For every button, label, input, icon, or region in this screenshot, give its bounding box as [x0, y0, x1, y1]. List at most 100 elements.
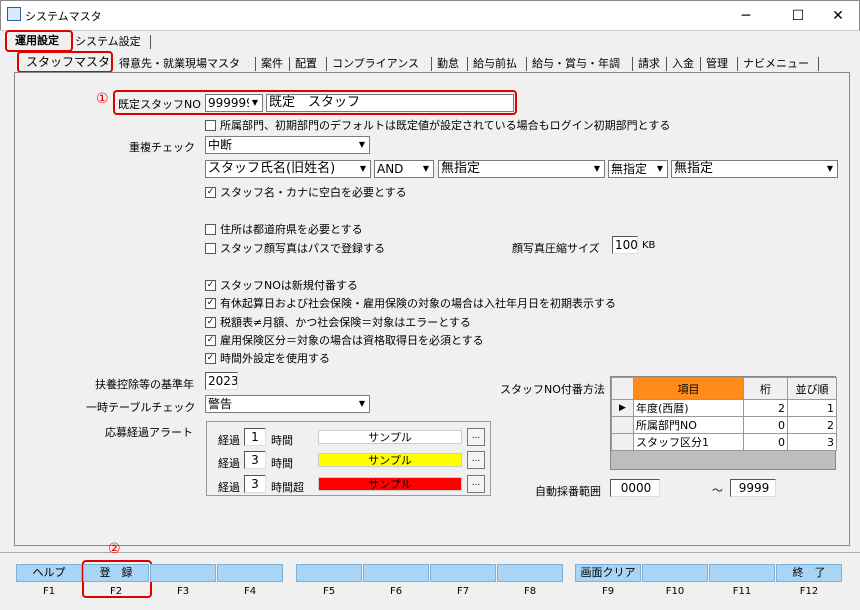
default-staff-code-dropdown[interactable]: 999999 ▼: [205, 94, 263, 112]
exit-button[interactable]: 終 了: [776, 564, 842, 582]
f11-button[interactable]: [709, 564, 775, 582]
alert-color-button[interactable]: ...: [467, 475, 485, 493]
tab-payment[interactable]: 入金: [669, 56, 697, 72]
alert-prefix: 経過: [218, 434, 240, 447]
new-no-label: スタッフNOは新規付番する: [220, 279, 358, 292]
photo-path-checkbox[interactable]: スタッフ顔写真はパスで登録する: [205, 240, 385, 256]
f8-button[interactable]: [497, 564, 563, 582]
window-title: システムマスタ: [25, 10, 102, 23]
fkey-label: F10: [665, 586, 685, 597]
dup-field2-dropdown[interactable]: 無指定 ▼: [438, 160, 605, 178]
alert-label: 応募経過アラート: [105, 426, 193, 439]
f3-button[interactable]: [150, 564, 216, 582]
grid-cell-order: 1: [787, 399, 837, 417]
tab-management[interactable]: 管理: [703, 56, 731, 72]
minimize-button[interactable]: ─: [723, 1, 769, 31]
f5-button[interactable]: [296, 564, 362, 582]
alert-unit: 時間: [271, 457, 293, 470]
f10-button[interactable]: [642, 564, 708, 582]
dup-field4-value: 無指定: [674, 161, 714, 176]
table-row[interactable]: ▶ 年度(西暦) 2 1: [611, 399, 837, 417]
chevron-down-icon: ▼: [357, 162, 369, 176]
name-space-checkbox[interactable]: ✓ スタッフ名・カナに空白を必要とする: [205, 184, 407, 200]
alert-sample-white: サンプル: [318, 430, 462, 444]
chevron-down-icon: ▼: [591, 162, 603, 176]
tab-navi-menu[interactable]: ナビメニュー: [740, 56, 812, 72]
dup-check-label: 重複チェック: [129, 141, 195, 154]
grid-cell-digits: 0: [743, 433, 788, 451]
tab-compliance[interactable]: コンプライアンス: [329, 56, 422, 72]
check-icon: ✓: [205, 316, 216, 328]
check-icon: ✓: [205, 186, 216, 198]
alert-hours-input[interactable]: 1: [244, 428, 266, 446]
overtime-label: 時間外設定を使用する: [220, 352, 330, 365]
alert-hours-input[interactable]: 3: [244, 451, 266, 469]
dup-check-dropdown[interactable]: 中断 ▼: [205, 136, 370, 154]
alert-hours-input[interactable]: 3: [244, 475, 266, 493]
f4-button[interactable]: [217, 564, 283, 582]
dup-check-value: 中断: [208, 138, 233, 152]
auto-range-to[interactable]: 9999: [730, 479, 776, 497]
dup-field4-dropdown[interactable]: 無指定 ▼: [671, 160, 838, 178]
f6-button[interactable]: [363, 564, 429, 582]
fkey-label: F3: [176, 586, 190, 597]
clear-screen-button[interactable]: 画面クリア: [575, 564, 641, 582]
auto-range-label: 自動採番範囲: [535, 485, 601, 498]
auto-range-from[interactable]: 0000: [610, 479, 660, 497]
dept-default-checkbox[interactable]: 所属部門、初期部門のデフォルトは既定値が設定されている場合もログイン初期部門とす…: [205, 117, 670, 133]
default-staff-label: 既定スタッフNO: [118, 98, 201, 111]
base-year-label: 扶養控除等の基準年: [95, 378, 194, 391]
dup-op-dropdown[interactable]: AND ▼: [374, 160, 434, 178]
overtime-checkbox[interactable]: ✓ 時間外設定を使用する: [205, 350, 330, 366]
tab-customer-master[interactable]: 得意先・就業現場マスタ: [116, 56, 243, 72]
dup-field3-value: 無指定: [611, 162, 648, 176]
help-button[interactable]: ヘルプ: [16, 564, 82, 582]
tab-operation-settings[interactable]: 運用設定: [12, 33, 62, 49]
leave-date-label: 有休起算日および社会保険・雇用保険の対象の場合は入社年月日を初期表示する: [220, 297, 616, 310]
leave-date-checkbox[interactable]: ✓ 有休起算日および社会保険・雇用保険の対象の場合は入社年月日を初期表示する: [205, 295, 616, 311]
tab-billing[interactable]: 請求: [635, 56, 663, 72]
fkey-label: F8: [523, 586, 537, 597]
tab-salary[interactable]: 給与・賞与・年調: [529, 56, 623, 72]
tab-system-settings[interactable]: システム設定: [72, 34, 144, 50]
dup-field3-dropdown[interactable]: 無指定 ▼: [608, 160, 668, 178]
employment-insurance-checkbox[interactable]: ✓ 雇用保険区分＝対象の場合は資格取得日を必須とする: [205, 332, 484, 348]
tab-attendance[interactable]: 勤怠: [434, 56, 462, 72]
tab-placement[interactable]: 配置: [292, 56, 320, 72]
grid-cell-item: 所属部門NO: [633, 416, 744, 434]
fkey-label: F1: [42, 586, 56, 597]
alert-unit: 時間: [271, 434, 293, 447]
auto-range-sep: ～: [712, 484, 723, 497]
temp-check-dropdown[interactable]: 警告 ▼: [205, 395, 370, 413]
chevron-down-icon: ▼: [824, 162, 836, 176]
default-staff-code: 999999: [208, 96, 254, 110]
register-button[interactable]: 登 録: [83, 564, 149, 582]
fkey-label: F5: [322, 586, 336, 597]
tab-projects[interactable]: 案件: [258, 56, 286, 72]
photo-size-input[interactable]: 100: [612, 236, 638, 254]
dup-op-value: AND: [377, 162, 404, 176]
table-row[interactable]: 所属部門NO 0 2: [611, 416, 837, 434]
app-icon: [7, 7, 21, 21]
temp-check-value: 警告: [208, 397, 233, 411]
close-button[interactable]: ✕: [815, 1, 860, 31]
address-checkbox[interactable]: 住所は都道府県を必要とする: [205, 221, 363, 237]
fkey-label: F9: [601, 586, 615, 597]
grid-header: 項目 桁 並び順: [611, 377, 837, 400]
grid-header-digits: 桁: [743, 377, 788, 400]
dup-field1-dropdown[interactable]: スタッフ氏名(旧姓名) ▼: [205, 160, 371, 178]
tab-staff-master[interactable]: スタッフマスタ: [23, 54, 113, 70]
alert-sample-red: サンプル: [318, 477, 462, 491]
base-year-input[interactable]: 2023: [205, 372, 238, 390]
new-no-checkbox[interactable]: ✓ スタッフNOは新規付番する: [205, 277, 358, 293]
tab-advance-pay[interactable]: 給与前払: [470, 56, 520, 72]
f7-button[interactable]: [430, 564, 496, 582]
table-row[interactable]: スタッフ区分1 0 3: [611, 433, 837, 451]
tax-error-label: 税額表≠月額、かつ社会保険＝対象はエラーとする: [220, 316, 471, 329]
alert-color-button[interactable]: ...: [467, 428, 485, 446]
tax-error-checkbox[interactable]: ✓ 税額表≠月額、かつ社会保険＝対象はエラーとする: [205, 314, 471, 330]
grid-cell-order: 3: [787, 433, 837, 451]
grid-cell-digits: 0: [743, 416, 788, 434]
check-icon: ✓: [205, 279, 216, 291]
alert-color-button[interactable]: ...: [467, 451, 485, 469]
